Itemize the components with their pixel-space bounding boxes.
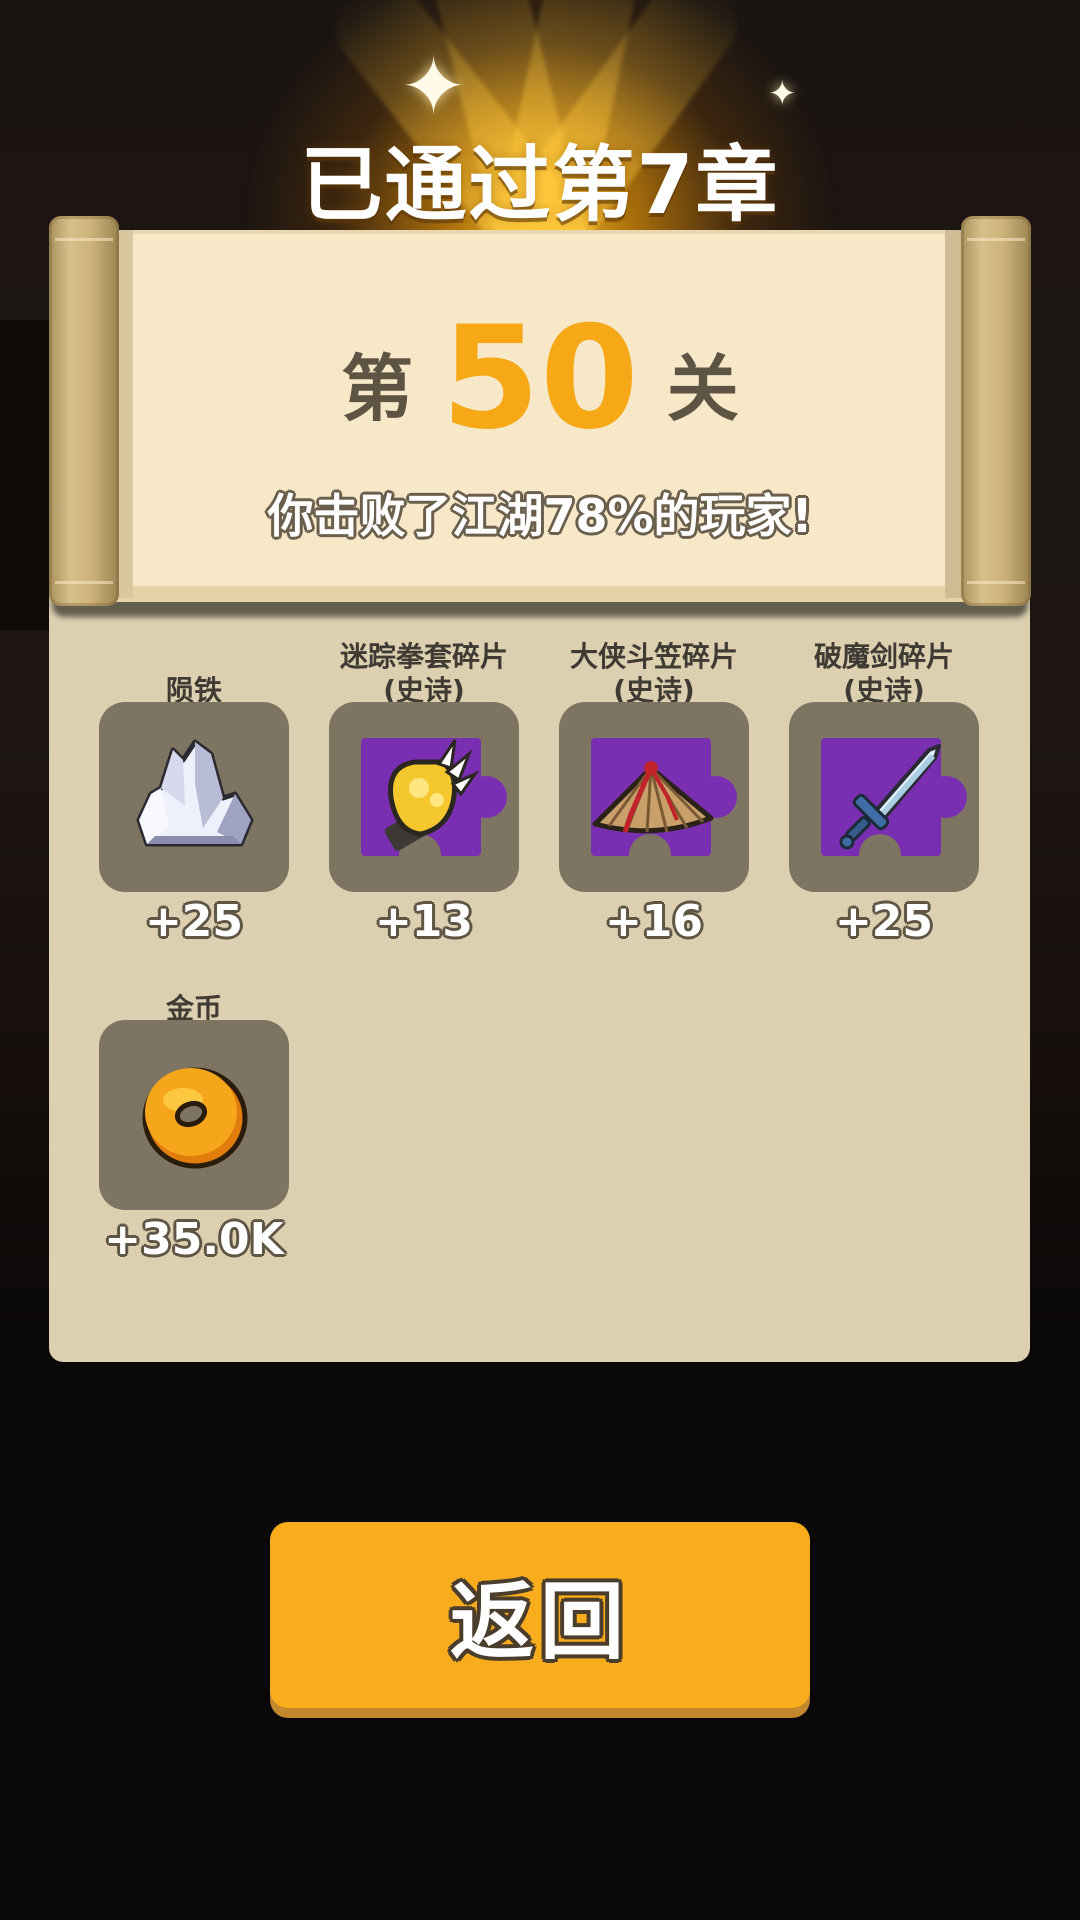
sword-fragment-icon (839, 744, 941, 850)
reward-item[interactable]: 破魔剑碎片 (史诗) +25 (784, 640, 984, 947)
reward-name: 金币 (94, 958, 294, 1026)
reward-name: 破魔剑碎片 (史诗) (784, 640, 984, 708)
gold-coin-icon (142, 1067, 248, 1169)
reward-count: +13 (374, 896, 474, 947)
reward-item[interactable]: 大侠斗笠碎片 (史诗) +16 (554, 640, 754, 947)
reward-tile (559, 702, 749, 892)
gauntlet-fragment-icon (384, 739, 480, 851)
reward-item[interactable]: 陨铁 +25 (94, 640, 294, 947)
level-number: 50 (441, 296, 639, 461)
reward-tile (789, 702, 979, 892)
reward-tile (329, 702, 519, 892)
reward-name: 迷踪拳套碎片 (史诗) (324, 640, 524, 708)
return-button[interactable]: 返回 (270, 1522, 810, 1708)
reward-name-text: 迷踪拳套碎片 (339, 640, 508, 673)
level-prefix: 第 (341, 347, 414, 431)
reward-item[interactable]: 迷踪拳套碎片 (史诗) +13 (324, 640, 524, 947)
level-indicator: 第 50 关 (0, 296, 1080, 465)
reward-tile (99, 1020, 289, 1210)
reward-name: 大侠斗笠碎片 (史诗) (554, 640, 754, 708)
return-button-label: 返回 (449, 1572, 630, 1671)
level-suffix: 关 (666, 347, 739, 431)
reward-name-text: 破魔剑碎片 (813, 640, 954, 673)
sparkle-icon: ✦ (768, 74, 797, 114)
chapter-title: 已通过第7章 (300, 138, 780, 233)
result-text: 你击败了江湖78%的玩家! (267, 489, 813, 543)
reward-count: +25 (834, 896, 934, 947)
reward-name-text: 大侠斗笠碎片 (569, 640, 738, 673)
bamboo-hat-fragment-icon (592, 761, 714, 834)
meteoric-iron-crystal-icon (136, 739, 254, 847)
reward-count: +16 (604, 896, 704, 947)
reward-count: +35.0K (104, 1214, 284, 1265)
reward-tile (99, 702, 289, 892)
reward-item[interactable]: 金币 +35.0K (94, 958, 294, 1265)
reward-count: +25 (144, 896, 244, 947)
reward-name: 陨铁 (94, 640, 294, 708)
